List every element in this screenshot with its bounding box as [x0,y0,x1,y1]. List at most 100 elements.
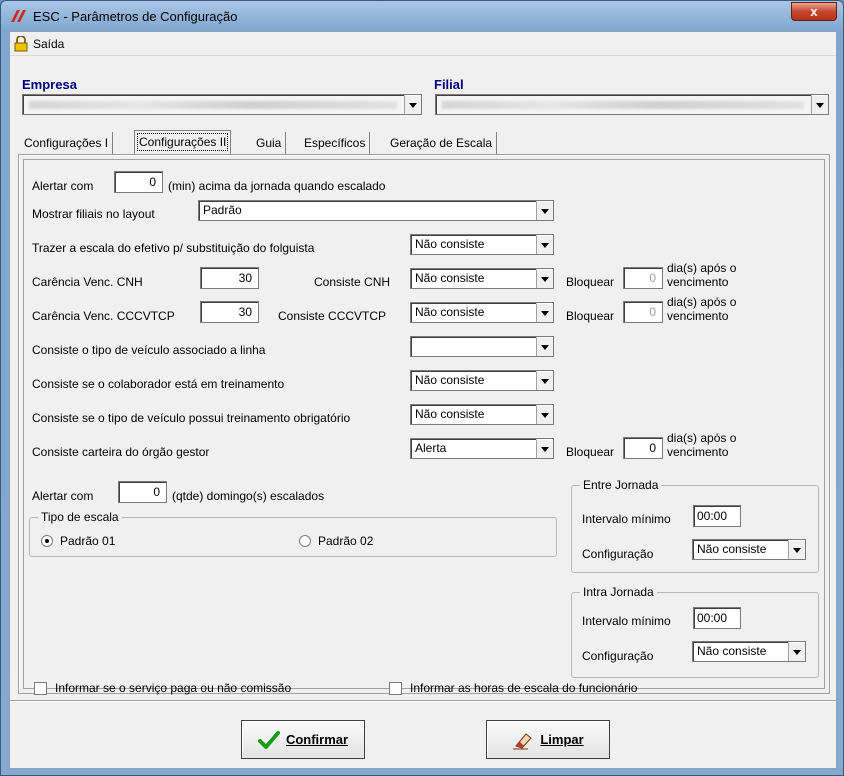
veiculo-linha-label: Consiste o tipo de veículo associado a l… [32,343,266,357]
comissao-checkbox-box[interactable] [34,681,47,695]
comissao-checkbox[interactable]: Informar se o serviço paga ou não comiss… [34,681,291,695]
trazer-escala-label: Trazer a escala do efetivo p/ substituiç… [32,241,315,255]
treinamento-label: Consiste se o colaborador está em treina… [32,377,285,391]
filial-label: Filial [434,77,464,92]
cnh-bloquear-label: Bloquear [566,275,615,289]
filial-dropdown-arrow-icon[interactable] [811,95,828,114]
empresa-select[interactable] [22,94,422,115]
title-bar[interactable]: ESC - Parâmetros de Configuração x [1,1,843,31]
intra-intervalo-label: Intervalo mínimo [582,614,671,628]
main-window: ESC - Parâmetros de Configuração x Saída… [0,0,844,776]
intra-configuracao-select[interactable]: Não consiste [692,641,806,662]
veiculo-linha-select[interactable] [410,336,554,357]
trazer-escala-select[interactable]: Não consiste [410,234,554,255]
carencia-cnh-input[interactable]: 30 [200,267,259,289]
consiste-cccvtcp-select[interactable]: Não consiste [410,302,554,323]
carencia-cccvtcp-label: Carência Venc. CCCVTCP [32,309,175,323]
mostrar-filiais-arrow-icon[interactable] [536,201,553,220]
veiculo-treinamento-label: Consiste se o tipo de veículo possui tre… [32,411,351,425]
tab-especificos[interactable]: Específicos [300,132,371,154]
window-title: ESC - Parâmetros de Configuração [33,9,238,24]
entre-configuracao-value: Não consiste [697,542,767,556]
cccvtcp-bloquear-label: Bloquear [566,309,615,323]
entre-intervalo-label: Intervalo mínimo [582,512,671,526]
empresa-label: Empresa [22,77,77,92]
menu-saida[interactable]: Saída [14,35,64,53]
filial-select[interactable] [435,94,829,115]
menu-saida-label: Saída [33,37,65,51]
consiste-cnh-label: Consiste CNH [314,275,391,289]
entre-configuracao-arrow-icon[interactable] [788,540,805,559]
intra-configuracao-label: Configuração [582,649,654,663]
tab-panel: Alertar com 0 (min) acima da jornada qua… [18,154,830,695]
checkmark-icon [257,730,280,749]
carteira-arrow-icon[interactable] [536,439,553,458]
limpar-button[interactable]: Limpar [486,720,610,759]
consiste-cccvtcp-value: Não consiste [415,305,485,319]
entre-configuracao-label: Configuração [582,547,654,561]
carteira-select[interactable]: Alerta [410,438,554,459]
domingo-input[interactable]: 0 [118,481,167,503]
carteira-dias-line1: dia(s) após o [667,431,737,445]
empresa-blurred-value [29,101,397,109]
veiculo-treinamento-arrow-icon[interactable] [536,405,553,424]
consiste-cnh-arrow-icon[interactable] [536,269,553,288]
intra-configuracao-arrow-icon[interactable] [788,642,805,661]
mostrar-filiais-label: Mostrar filiais no layout [32,207,155,221]
carteira-bloquear-label: Bloquear [566,445,615,459]
cnh-dias-line1: dia(s) após o [667,261,737,275]
radio-padrao-01[interactable]: Padrão 01 [41,534,115,548]
carteira-value: Alerta [415,441,447,455]
consiste-cnh-value: Não consiste [415,271,485,285]
alertar-minutos-input[interactable]: 0 [114,171,163,193]
horas-escala-checkbox-box[interactable] [389,681,402,695]
radio-padrao-01-dot[interactable] [41,535,53,547]
client-area: Saída Empresa Filial Configurações I Con… [9,31,837,769]
menu-bar: Saída [10,32,836,56]
carteira-bloquear-input[interactable]: 0 [623,437,663,459]
radio-padrao-01-label: Padrão 01 [60,534,116,548]
bottom-separator [10,700,836,702]
tab-guia[interactable]: Guia [252,132,287,154]
radio-padrao-02-dot[interactable] [299,535,311,547]
cccvtcp-dias-line2: vencimento [667,309,729,323]
radio-padrao-02[interactable]: Padrão 02 [299,534,373,548]
tab-geracao-de-escala[interactable]: Geração de Escala [386,132,498,154]
filial-blurred-value [442,101,804,109]
confirmar-button[interactable]: Confirmar [241,720,365,759]
domingo-suffix: (qtde) domingo(s) escalados [172,489,325,503]
tab-configuracoes-ii[interactable]: Configurações II [134,130,232,154]
close-button[interactable]: x [791,2,837,21]
carencia-cccvtcp-input[interactable]: 30 [200,301,259,323]
veiculo-linha-arrow-icon[interactable] [536,337,553,356]
carteira-label: Consiste carteira do órgão gestor [32,445,210,459]
trazer-escala-value: Não consiste [415,237,485,251]
intra-intervalo-input[interactable]: 00:00 [693,607,741,629]
mostrar-filiais-value: Padrão [203,203,242,217]
veiculo-treinamento-select[interactable]: Não consiste [410,404,554,425]
comissao-checkbox-label: Informar se o serviço paga ou não comiss… [55,681,292,695]
intra-jornada-group: Intra Jornada [571,585,819,678]
carencia-cnh-label: Carência Venc. CNH [32,275,143,289]
tab-configuracoes-i[interactable]: Configurações I [20,132,114,154]
horas-escala-checkbox[interactable]: Informar as horas de escala do funcionár… [389,681,637,695]
cccvtcp-bloquear-input[interactable]: 0 [623,301,663,323]
entre-configuracao-select[interactable]: Não consiste [692,539,806,560]
treinamento-arrow-icon[interactable] [536,371,553,390]
treinamento-select[interactable]: Não consiste [410,370,554,391]
confirmar-label: Confirmar [285,732,349,747]
consiste-cnh-select[interactable]: Não consiste [410,268,554,289]
domingo-prefix: Alertar com [32,489,94,503]
veiculo-treinamento-value: Não consiste [415,407,485,421]
treinamento-value: Não consiste [415,373,485,387]
alertar-suffix: (min) acima da jornada quando escalado [168,179,386,193]
limpar-label: Limpar [540,732,584,747]
lock-icon [14,36,28,52]
mostrar-filiais-select[interactable]: Padrão [198,200,554,221]
consiste-cccvtcp-arrow-icon[interactable] [536,303,553,322]
carteira-dias-line2: vencimento [667,445,729,459]
cnh-bloquear-input[interactable]: 0 [623,267,663,289]
trazer-escala-arrow-icon[interactable] [536,235,553,254]
entre-intervalo-input[interactable]: 00:00 [693,505,741,527]
empresa-dropdown-arrow-icon[interactable] [404,95,421,114]
